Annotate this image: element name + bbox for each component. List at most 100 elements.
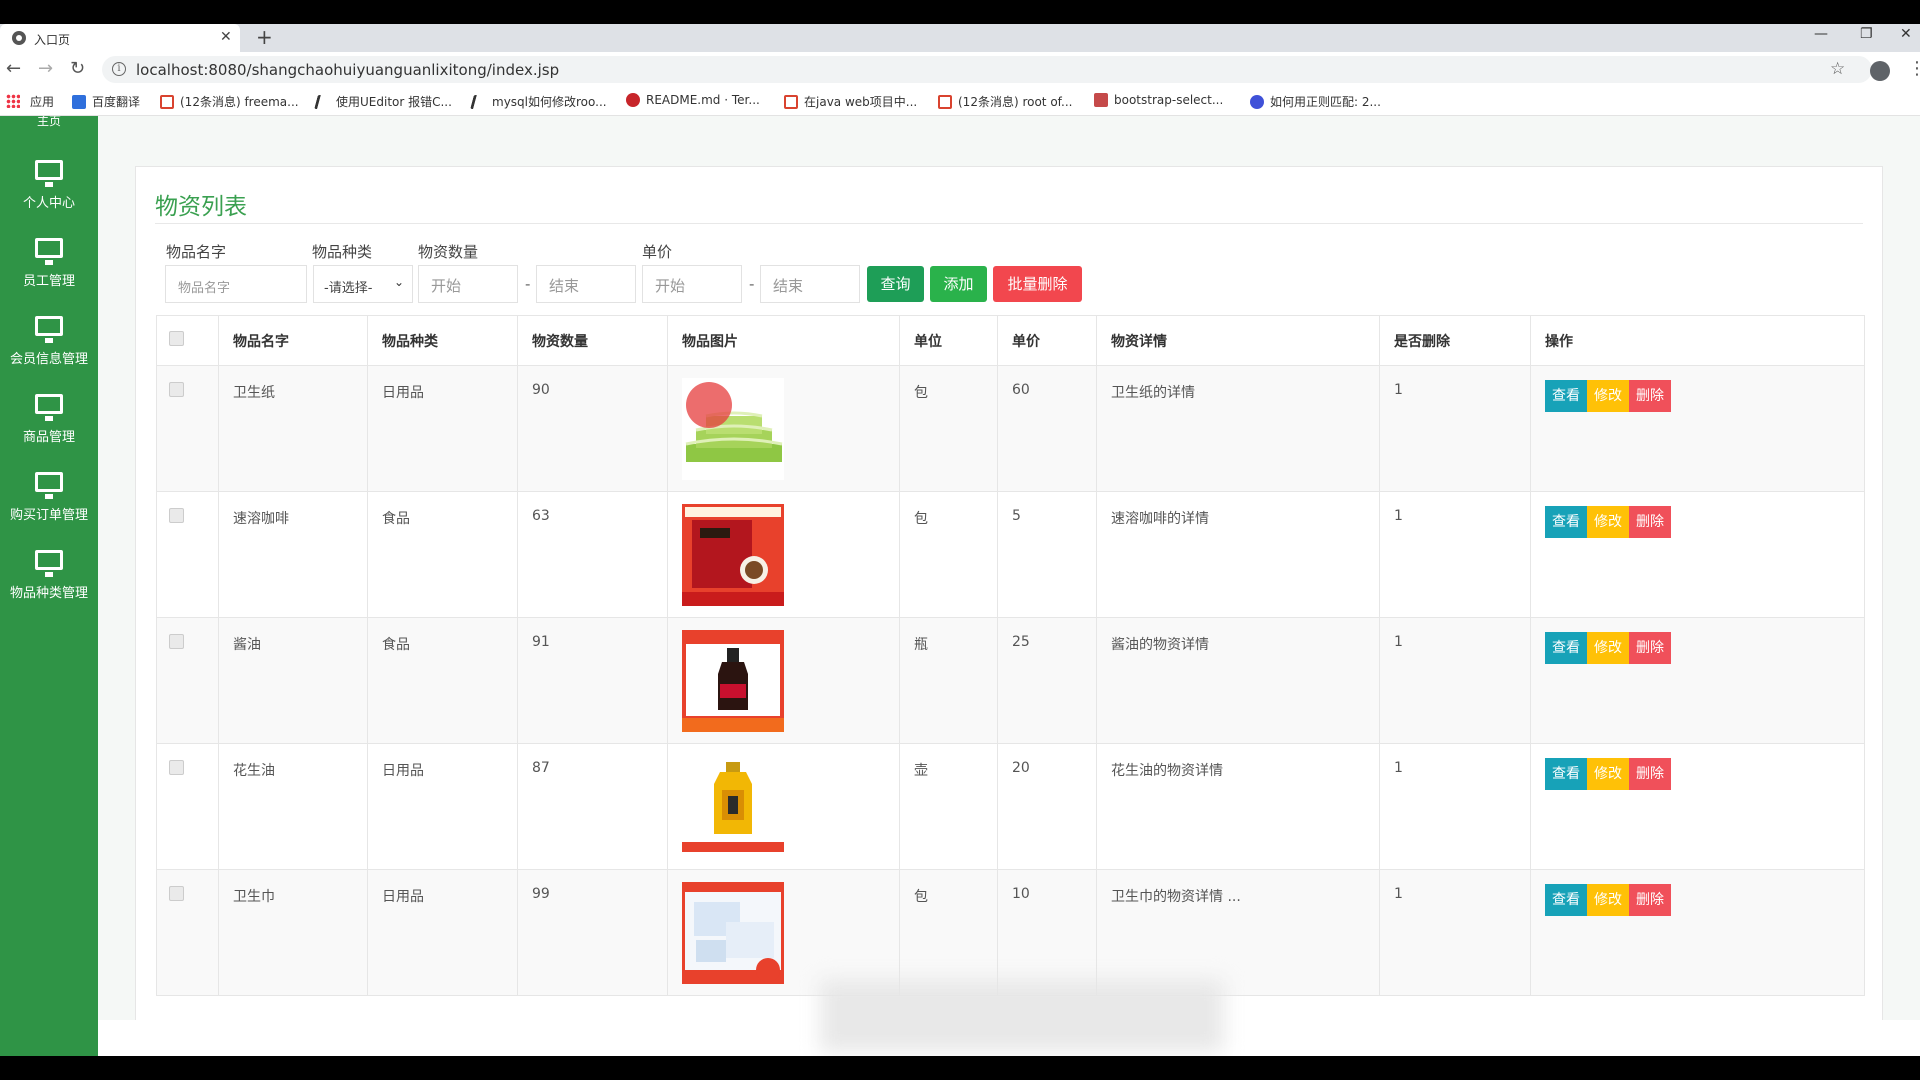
- view-button[interactable]: 查看: [1545, 380, 1587, 412]
- item-qty-cell: 90: [517, 365, 668, 492]
- bookmark-item[interactable]: (12条消息) root of...: [938, 93, 1072, 110]
- bookmark-apps[interactable]: 应用: [30, 93, 54, 110]
- filter-price-label: 单价: [642, 243, 673, 261]
- bookmark-star-icon[interactable]: ☆: [1830, 59, 1845, 79]
- item-image-cell: [667, 869, 900, 996]
- back-icon[interactable]: ←: [6, 58, 21, 79]
- url-text[interactable]: localhost:8080/shangchaohuiyuanguanlixit…: [136, 61, 559, 79]
- bookmark-item[interactable]: 在java web项目中...: [784, 93, 917, 110]
- row-checkbox[interactable]: [169, 760, 184, 775]
- row-checkbox[interactable]: [169, 508, 184, 523]
- price-start-input[interactable]: 开始: [642, 265, 742, 303]
- bookmark-item[interactable]: mysql如何修改roo...: [470, 93, 607, 110]
- bookmark-item[interactable]: 百度翻译: [72, 93, 140, 110]
- column-header: 物品图片: [667, 315, 900, 366]
- item-name-cell: 卫生巾: [218, 869, 368, 996]
- add-button[interactable]: 添加: [930, 266, 987, 302]
- view-button[interactable]: 查看: [1545, 632, 1587, 664]
- edit-button[interactable]: 修改: [1587, 758, 1629, 790]
- column-header: 物资详情: [1096, 315, 1380, 366]
- sidebar-item-item-categories[interactable]: 物品种类管理: [0, 540, 98, 614]
- delete-button[interactable]: 删除: [1629, 884, 1671, 916]
- type-select[interactable]: -请选择- ⌄: [313, 265, 413, 303]
- item-name-cell: 卫生纸: [218, 365, 368, 492]
- edit-button[interactable]: 修改: [1587, 506, 1629, 538]
- range-dash: -: [525, 275, 531, 293]
- bookmark-item[interactable]: 使用UEditor 报错C...: [314, 93, 452, 110]
- sidebar-item-products[interactable]: 商品管理: [0, 384, 98, 458]
- row-select-cell: [156, 491, 219, 618]
- delete-button[interactable]: 删除: [1629, 632, 1671, 664]
- item-detail-cell: 速溶咖啡的详情: [1096, 491, 1380, 618]
- row-checkbox[interactable]: [169, 382, 184, 397]
- document-icon: [470, 95, 488, 109]
- sidebar-item-staff[interactable]: 员工管理: [0, 228, 98, 302]
- actions-cell: 查看 修改 删除: [1530, 617, 1865, 744]
- item-qty-cell: 99: [517, 869, 668, 996]
- column-header: 操作: [1530, 315, 1865, 366]
- row-checkbox[interactable]: [169, 886, 184, 901]
- browser-tab[interactable]: 入口页 ✕: [0, 24, 240, 52]
- column-header: 物资数量: [517, 315, 668, 366]
- row-checkbox[interactable]: [169, 634, 184, 649]
- sidebar-item-home-partial[interactable]: 主页: [0, 116, 98, 129]
- address-bar[interactable]: i localhost:8080/shangchaohuiyuanguanlix…: [102, 56, 1872, 83]
- sidebar-item-label: 员工管理: [22, 274, 75, 289]
- new-tab-icon[interactable]: +: [256, 25, 273, 49]
- batch-delete-button[interactable]: 批量删除: [993, 266, 1082, 302]
- delete-button[interactable]: 删除: [1629, 758, 1671, 790]
- edit-button[interactable]: 修改: [1587, 884, 1629, 916]
- view-button[interactable]: 查看: [1545, 884, 1587, 916]
- apps-grid-icon[interactable]: [6, 94, 20, 108]
- browser-menu-icon[interactable]: ⋮: [1908, 58, 1920, 79]
- reload-icon[interactable]: ↻: [70, 58, 85, 79]
- name-search-input[interactable]: 物品名字: [165, 265, 307, 303]
- delete-button[interactable]: 删除: [1629, 380, 1671, 412]
- info-icon[interactable]: i: [112, 62, 126, 76]
- qty-end-input[interactable]: 结束: [536, 265, 636, 303]
- browser-tabstrip: 入口页 ✕ + — ❐ ✕: [0, 24, 1920, 52]
- item-qty-cell: 91: [517, 617, 668, 744]
- item-type-cell: 食品: [367, 617, 518, 744]
- bookmark-item[interactable]: README.md · Ter...: [626, 93, 760, 107]
- bookmark-item[interactable]: 如何用正则匹配: 2...: [1250, 93, 1381, 110]
- supplies-table: 物品名字 物品种类 物资数量 物品图片 单位 单价 物资详情 是否删除 操作 卫…: [156, 315, 1865, 996]
- forward-icon[interactable]: →: [38, 58, 53, 79]
- bookmark-item[interactable]: (12条消息) freema...: [160, 93, 299, 110]
- sidebar: 主页 个人中心 员工管理 会员信息管理 商品管理 购买订单管理 物品种类管理: [0, 116, 98, 1056]
- table-header-row: 物品名字 物品种类 物资数量 物品图片 单位 单价 物资详情 是否删除 操作: [156, 315, 1865, 366]
- sidebar-item-members[interactable]: 会员信息管理: [0, 306, 98, 380]
- item-type-cell: 食品: [367, 491, 518, 618]
- sidebar-item-personal-center[interactable]: 个人中心: [0, 150, 98, 224]
- delete-button[interactable]: 删除: [1629, 506, 1671, 538]
- close-tab-icon[interactable]: ✕: [220, 29, 232, 45]
- item-unit-cell: 壶: [899, 743, 998, 870]
- type-select-value: -请选择-: [324, 281, 373, 296]
- item-unit-cell: 包: [899, 869, 998, 996]
- sidebar-item-label: 会员信息管理: [9, 352, 88, 367]
- item-name-cell: 速溶咖啡: [218, 491, 368, 618]
- select-all-cell: [156, 315, 219, 366]
- table-row: 速溶咖啡 食品 63 包 5 速溶咖啡的详情 1 查看 修改 删除: [156, 491, 1865, 618]
- gitee-icon: [626, 93, 640, 107]
- profile-icon[interactable]: [1870, 61, 1890, 81]
- window-close-icon[interactable]: ✕: [1900, 26, 1912, 42]
- monitor-icon: [35, 160, 63, 187]
- view-button[interactable]: 查看: [1545, 506, 1587, 538]
- globe-icon: [12, 31, 26, 45]
- sidebar-item-orders[interactable]: 购买订单管理: [0, 462, 98, 536]
- select-all-checkbox[interactable]: [169, 331, 184, 346]
- minimize-icon[interactable]: —: [1814, 26, 1828, 42]
- edit-button[interactable]: 修改: [1587, 632, 1629, 664]
- restore-icon[interactable]: ❐: [1860, 26, 1873, 42]
- table-row: 卫生巾 日用品 99 包 10 卫生巾的物资详情 ... 1 查看 修改 删除: [156, 869, 1865, 996]
- search-button[interactable]: 查询: [867, 266, 924, 302]
- item-image-cell: [667, 617, 900, 744]
- item-image-cell: [667, 491, 900, 618]
- price-end-input[interactable]: 结束: [760, 265, 860, 303]
- qty-start-input[interactable]: 开始: [418, 265, 518, 303]
- view-button[interactable]: 查看: [1545, 758, 1587, 790]
- item-detail-cell: 卫生巾的物资详情 ...: [1096, 869, 1380, 996]
- bookmark-item[interactable]: bootstrap-select...: [1094, 93, 1223, 107]
- edit-button[interactable]: 修改: [1587, 380, 1629, 412]
